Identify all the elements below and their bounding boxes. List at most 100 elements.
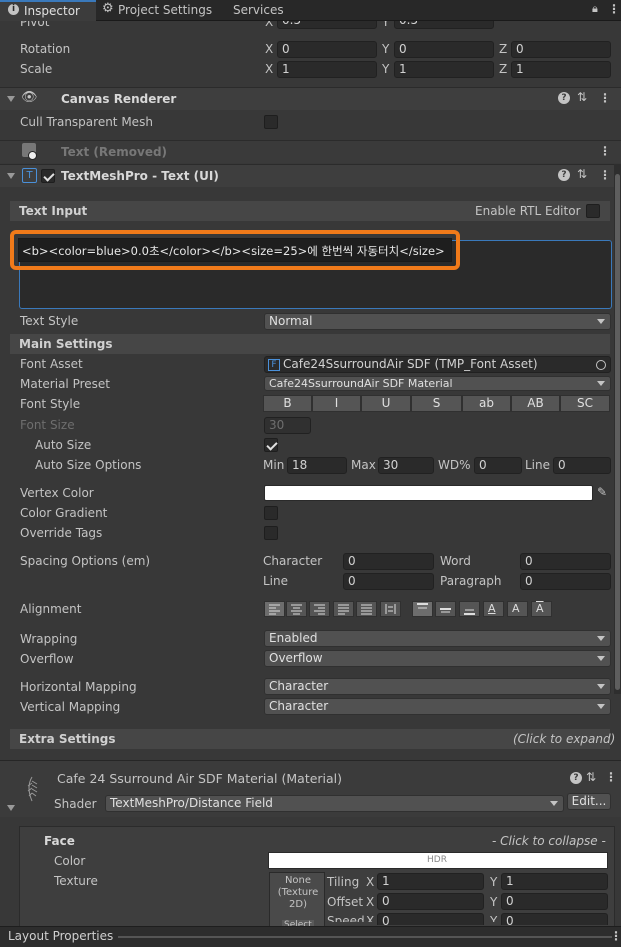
offset-y-field[interactable]: 0	[501, 893, 608, 910]
cull-transparent-mesh-checkbox[interactable]	[264, 115, 278, 129]
character-spacing-field[interactable]: 0	[343, 553, 434, 570]
tab-project-settings[interactable]: ⚙ Project Settings	[98, 0, 224, 21]
align-middle-button[interactable]	[435, 601, 456, 617]
font-style-italic-button[interactable]: I	[312, 395, 361, 412]
overflow-dropdown[interactable]: Overflow	[264, 650, 611, 667]
offset-x-field[interactable]: 0	[377, 893, 484, 910]
font-style-underline-button[interactable]: U	[361, 395, 411, 412]
font-style-uppercase-button[interactable]: AB	[511, 395, 560, 412]
rotation-z-field[interactable]: 0	[511, 41, 611, 58]
align-midline-button[interactable]: A	[507, 601, 528, 617]
face-color-swatch[interactable]: HDR	[268, 852, 608, 869]
kebab-menu-icon[interactable]: ⋮	[610, 929, 621, 943]
face-color-label: Color	[54, 854, 86, 868]
eyedropper-icon[interactable]: ✎	[597, 485, 607, 499]
font-style-bold-button[interactable]: B	[263, 395, 312, 412]
help-icon[interactable]: ?	[570, 772, 582, 784]
tiling-x-field[interactable]: 1	[377, 873, 484, 890]
lock-icon[interactable]: 🔒︎	[592, 2, 598, 16]
scale-z-field[interactable]: 1	[511, 61, 611, 78]
horizontal-mapping-dropdown[interactable]: Character	[264, 678, 611, 695]
align-capline-button[interactable]: A	[531, 601, 552, 617]
kebab-menu-icon[interactable]: ⋮	[608, 2, 620, 16]
font-style-label: Font Style	[20, 397, 81, 411]
tmp-header[interactable]: T TextMeshPro - Text (UI) ? ⇅ ⋮	[0, 164, 621, 187]
wd-field[interactable]: 0	[474, 457, 522, 474]
word-spacing-field[interactable]: 0	[520, 553, 611, 570]
chevron-down-icon	[597, 636, 605, 641]
face-collapse-hint[interactable]: - Click to collapse -	[492, 834, 606, 848]
texture-slot[interactable]: None (Texture 2D) Select	[269, 872, 325, 934]
scale-y-field[interactable]: 1	[394, 61, 494, 78]
vertical-mapping-dropdown[interactable]: Character	[264, 698, 611, 715]
tab-inspector[interactable]: i Inspector	[0, 0, 96, 21]
align-flush-icon	[361, 604, 372, 615]
component-menu-icon[interactable]: ⋮	[599, 168, 611, 182]
tab-inspector-label: Inspector	[24, 4, 80, 18]
font-asset-icon: F	[268, 359, 280, 371]
rotation-y-field[interactable]: 0	[394, 41, 494, 58]
vertex-color-swatch[interactable]	[264, 485, 593, 501]
wrapping-dropdown[interactable]: Enabled	[264, 630, 611, 647]
align-capline-icon: A	[536, 602, 544, 615]
color-gradient-checkbox[interactable]	[264, 506, 278, 520]
material-preset-dropdown[interactable]: Cafe24SsurroundAir SDF Material	[264, 376, 611, 391]
align-bottom-button[interactable]	[459, 601, 480, 617]
max-field[interactable]: 30	[378, 457, 434, 474]
preset-icon[interactable]: ⇅	[586, 770, 596, 784]
font-style-smallcaps-button[interactable]: SC	[560, 395, 610, 412]
line-spacing-field[interactable]: 0	[553, 457, 611, 474]
scale-x-field[interactable]: 1	[277, 61, 377, 78]
font-asset-field[interactable]: F Cafe24SsurroundAir SDF (TMP_Font Asset…	[264, 356, 611, 373]
chevron-down-icon	[597, 684, 605, 689]
align-bottom-icon	[464, 609, 475, 615]
scrollbar-thumb[interactable]	[615, 174, 620, 690]
layout-properties-divider[interactable]	[118, 936, 612, 938]
align-left-button[interactable]	[264, 601, 285, 617]
rotation-x-field[interactable]: 0	[277, 41, 377, 58]
paragraph-spacing-field[interactable]: 0	[520, 573, 611, 590]
extra-settings-header[interactable]: Extra Settings (Click to expand)	[10, 729, 615, 749]
align-justified-icon	[338, 604, 349, 615]
line-spacing-em-field[interactable]: 0	[343, 573, 434, 590]
enable-rtl-checkbox[interactable]	[586, 204, 600, 218]
object-picker-icon[interactable]	[596, 360, 606, 370]
text-style-dropdown[interactable]: Normal	[264, 313, 611, 330]
align-right-button[interactable]	[309, 601, 330, 617]
edit-shader-button[interactable]: Edit...	[567, 793, 611, 810]
tiling-y-field[interactable]: 1	[501, 873, 608, 890]
layout-properties-bar[interactable]: Layout Properties ⋮	[0, 926, 621, 947]
component-menu-icon[interactable]: ⋮	[599, 144, 611, 158]
tmp-title: TextMeshPro - Text (UI)	[61, 169, 219, 183]
text-input-value-box[interactable]: <b><color=blue>0.0초</color></b><size=25>…	[18, 238, 452, 262]
align-flush-button[interactable]	[356, 601, 377, 617]
align-top-button[interactable]	[412, 601, 433, 617]
auto-size-checkbox[interactable]	[264, 438, 278, 452]
foldout-arrow-icon[interactable]	[7, 805, 15, 811]
text-removed-header[interactable]: Text (Removed) ⋮	[0, 140, 621, 163]
help-icon[interactable]: ?	[558, 169, 570, 181]
align-justified-button[interactable]	[333, 601, 354, 617]
line-spacing-em-label: Line	[263, 574, 289, 588]
canvas-renderer-header[interactable]: 👁︎ Canvas Renderer ? ⇅ ⋮	[0, 87, 621, 110]
align-geometry-center-button[interactable]	[380, 601, 401, 617]
min-field[interactable]: 18	[287, 457, 347, 474]
align-baseline-button[interactable]: A	[483, 601, 504, 617]
preset-icon[interactable]: ⇅	[577, 167, 587, 181]
override-tags-checkbox[interactable]	[264, 526, 278, 540]
help-icon[interactable]: ?	[558, 92, 570, 104]
preset-icon[interactable]: ⇅	[577, 90, 587, 104]
shader-dropdown[interactable]: TextMeshPro/Distance Field	[105, 795, 564, 812]
tmp-enabled-checkbox[interactable]	[41, 169, 55, 183]
cull-transparent-mesh-label: Cull Transparent Mesh	[20, 115, 153, 129]
main-settings-label: Main Settings	[19, 337, 113, 351]
align-center-button[interactable]	[286, 601, 307, 617]
tab-services[interactable]: Services	[226, 0, 296, 21]
horizontal-mapping-label: Horizontal Mapping	[20, 680, 137, 694]
text-input-header: Text Input Enable RTL Editor	[10, 201, 610, 221]
font-style-strikethrough-button[interactable]: S	[411, 395, 462, 412]
component-menu-icon[interactable]: ⋮	[605, 770, 617, 784]
font-style-lowercase-button[interactable]: ab	[462, 395, 511, 412]
component-menu-icon[interactable]: ⋮	[599, 91, 611, 105]
min-label: Min	[263, 458, 285, 472]
